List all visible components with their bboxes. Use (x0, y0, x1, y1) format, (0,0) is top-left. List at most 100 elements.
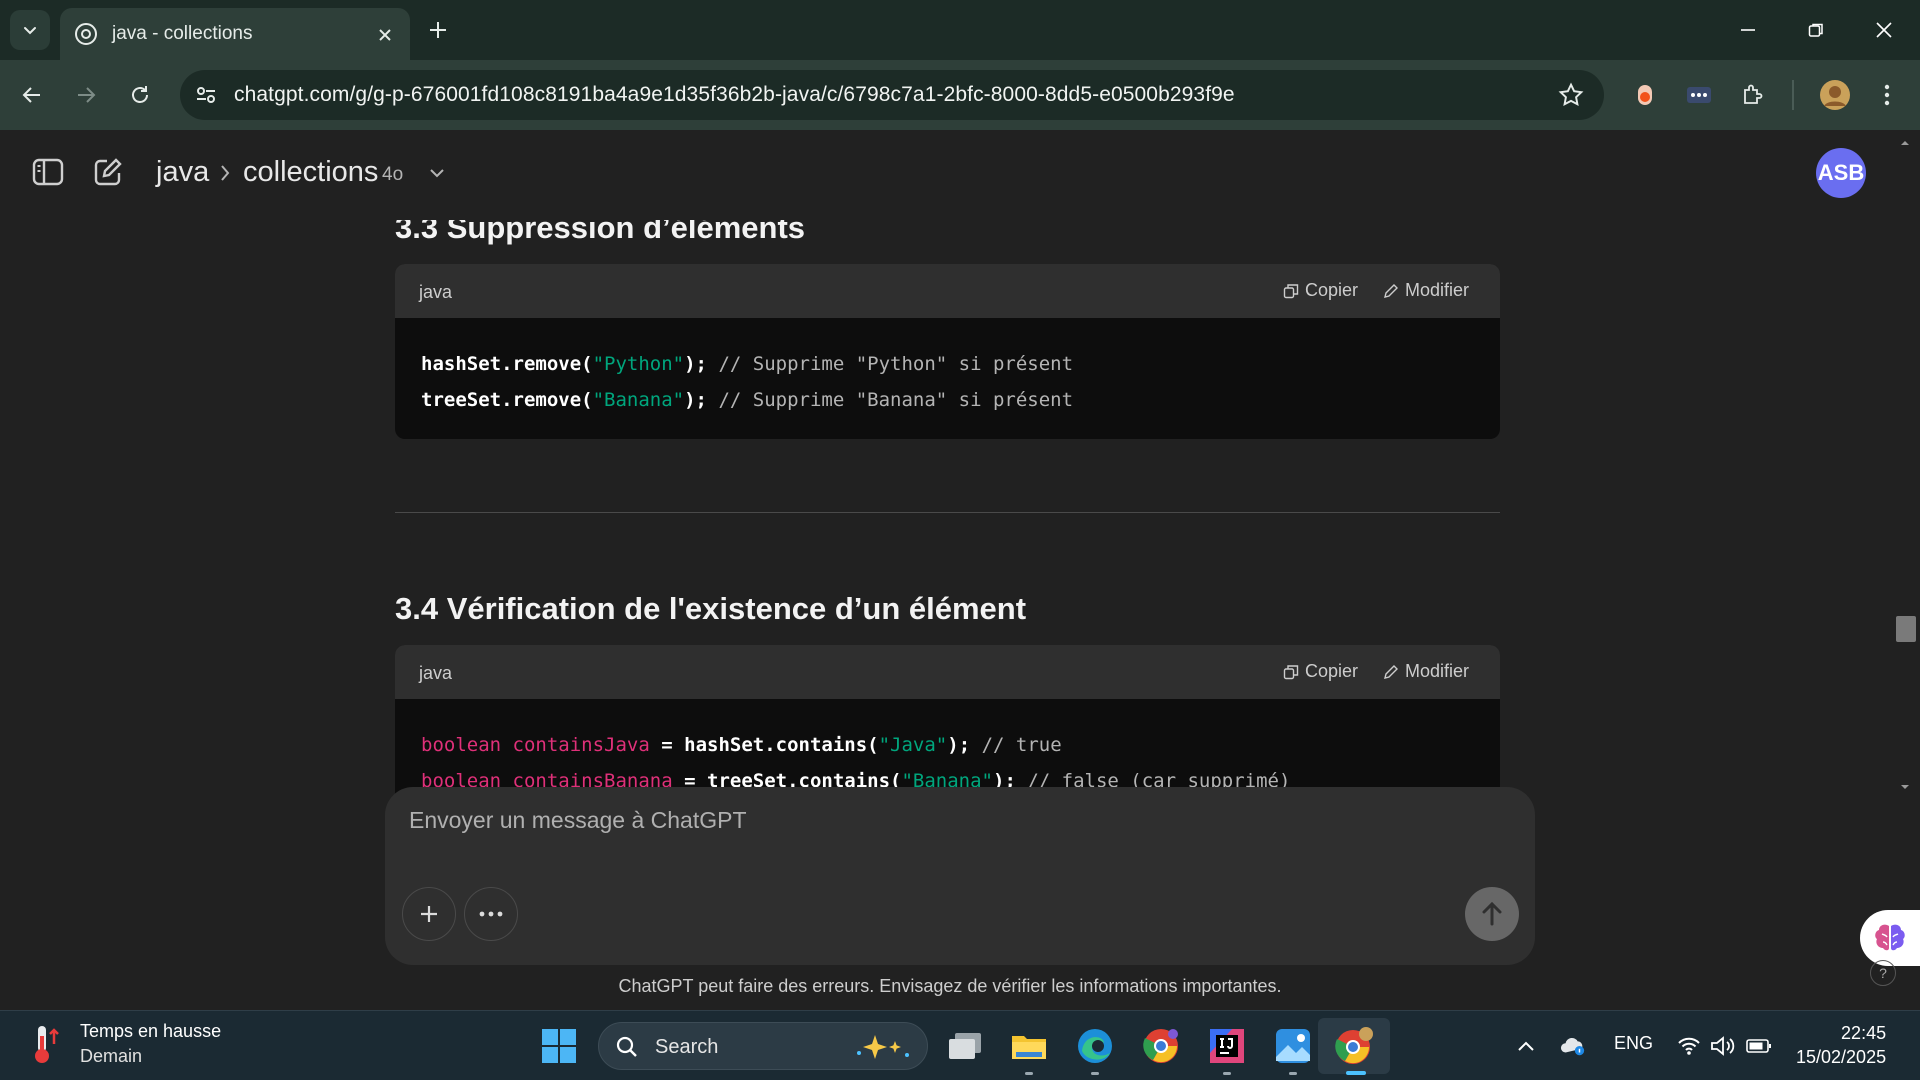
sidebar-toggle-button[interactable] (28, 152, 68, 192)
scroll-down-arrow-icon[interactable] (1898, 780, 1912, 794)
start-button[interactable] (536, 1023, 582, 1069)
language-indicator[interactable]: ENG (1614, 1033, 1653, 1054)
code-line: hashSet.remove("Python"); // Supprime "P… (421, 353, 1074, 375)
forward-button[interactable] (68, 77, 104, 113)
task-view-button[interactable] (942, 1023, 988, 1069)
copy-icon (1283, 664, 1299, 679)
edit-code-button[interactable]: Modifier (1383, 661, 1469, 682)
copy-icon (1283, 283, 1299, 298)
file-explorer-button[interactable] (1006, 1023, 1052, 1075)
system-clock[interactable]: 22:45 15/02/2025 (1796, 1021, 1886, 1069)
intellij-button[interactable] (1204, 1023, 1250, 1075)
chevron-down-icon[interactable] (428, 166, 446, 180)
close-icon (379, 29, 391, 41)
copilot-sparkle-icon (857, 1035, 909, 1059)
close-tab-button[interactable] (374, 24, 396, 46)
copy-code-button[interactable]: Copier (1283, 280, 1358, 301)
browser-tab-active[interactable]: java - collections (60, 8, 410, 60)
search-label: Search (655, 1036, 719, 1058)
copy-code-button[interactable]: Copier (1283, 661, 1358, 682)
more-tools-button[interactable] (464, 887, 518, 941)
pencil-icon (1384, 664, 1398, 679)
toolbar-divider (1792, 80, 1794, 110)
edit-label: Modifier (1405, 661, 1470, 681)
plus-icon (430, 22, 446, 38)
help-button[interactable]: ? (1870, 960, 1896, 986)
code-block: java Copier Modifier hashSet.remove("Pyt… (395, 264, 1500, 439)
battery-icon[interactable] (1746, 1033, 1772, 1059)
scrollbar-thumb[interactable] (1896, 616, 1916, 642)
task-view-icon (949, 1033, 981, 1059)
tab-search-button[interactable] (10, 10, 50, 50)
extension-password-icon[interactable] (1684, 80, 1714, 110)
edge-icon (1078, 1029, 1112, 1063)
minimize-icon (1741, 29, 1755, 31)
restore-icon (1808, 23, 1823, 37)
chevron-down-icon (24, 27, 36, 35)
attach-button[interactable] (402, 887, 456, 941)
sidebar-icon (32, 158, 64, 186)
brain-extension-widget[interactable] (1860, 910, 1920, 966)
chat-header: java collections 4o ASB (0, 130, 1900, 220)
message-composer[interactable]: Envoyer un message à ChatGPT (385, 787, 1535, 965)
search-icon (616, 1036, 637, 1057)
copy-label: Copier (1305, 661, 1359, 681)
extension-record-icon[interactable] (1630, 80, 1660, 110)
bookmark-star-icon[interactable] (1558, 82, 1584, 108)
code-language-label: java (419, 663, 453, 683)
intellij-icon (1210, 1029, 1244, 1063)
message-input[interactable]: Envoyer un message à ChatGPT (409, 807, 747, 834)
thermometer-icon (35, 1026, 59, 1063)
new-chat-button[interactable] (88, 152, 128, 192)
new-tab-button[interactable] (424, 16, 452, 44)
section-divider (395, 512, 1500, 513)
minimize-window-button[interactable] (1728, 14, 1768, 46)
wifi-icon[interactable] (1676, 1033, 1702, 1059)
chevron-right-icon (221, 165, 230, 181)
clock-date: 15/02/2025 (1796, 1047, 1887, 1067)
more-horizontal-icon (479, 911, 503, 917)
reload-button[interactable] (122, 77, 158, 113)
compose-icon (94, 158, 122, 186)
code-line: boolean containsJava = hashSet.contains(… (421, 734, 1062, 756)
profile-avatar-icon[interactable] (1818, 78, 1852, 112)
taskbar-search[interactable]: Search (598, 1022, 928, 1070)
chrome-icon (1143, 1029, 1178, 1063)
site-settings-icon[interactable] (194, 83, 218, 107)
chatgpt-logo-icon (75, 23, 97, 45)
browser-tab-strip: java - collections (0, 0, 1920, 60)
close-icon (1876, 22, 1892, 38)
restore-window-button[interactable] (1796, 14, 1836, 46)
brain-icon (1875, 924, 1905, 951)
volume-icon[interactable] (1710, 1033, 1736, 1059)
photos-app-button[interactable] (1270, 1023, 1316, 1075)
onedrive-icon[interactable] (1560, 1033, 1586, 1059)
chevron-up-icon (1518, 1041, 1534, 1051)
arrow-up-icon (1482, 901, 1502, 926)
send-button[interactable] (1465, 887, 1519, 941)
edge-browser-button[interactable] (1072, 1023, 1118, 1075)
edit-label: Modifier (1405, 280, 1470, 300)
code-line: treeSet.remove("Banana"); // Supprime "B… (421, 389, 1074, 411)
code-block-header: java Copier Modifier (395, 645, 1500, 699)
model-badge[interactable]: 4o (382, 164, 403, 186)
breadcrumb-project[interactable]: java (156, 156, 209, 189)
code-language-label: java (419, 282, 453, 302)
edit-code-button[interactable]: Modifier (1383, 280, 1469, 301)
chrome-profile-button[interactable] (1138, 1023, 1184, 1069)
scroll-up-arrow-icon[interactable] (1898, 136, 1912, 150)
url-text[interactable]: chatgpt.com/g/g-p-676001fd108c8191ba4a9e… (234, 83, 1235, 107)
chrome-icon (1335, 1027, 1373, 1064)
breadcrumb-conversation[interactable]: collections (243, 156, 378, 189)
user-avatar[interactable]: ASB (1816, 148, 1866, 198)
show-hidden-icons-button[interactable] (1513, 1033, 1539, 1059)
chrome-active-button[interactable] (1331, 1023, 1377, 1069)
code-content: boolean containsJava = hashSet.contains(… (395, 699, 1500, 799)
section-heading: 3.4 Vérification de l'existence d’un élé… (395, 591, 1027, 626)
browser-menu-icon[interactable] (1872, 80, 1902, 110)
back-button[interactable] (14, 77, 50, 113)
close-window-button[interactable] (1864, 14, 1904, 46)
address-bar[interactable]: chatgpt.com/g/g-p-676001fd108c8191ba4a9e… (180, 70, 1604, 120)
extensions-puzzle-icon[interactable] (1738, 80, 1768, 110)
weather-widget[interactable]: Temps en hausse Demain (26, 1021, 221, 1067)
